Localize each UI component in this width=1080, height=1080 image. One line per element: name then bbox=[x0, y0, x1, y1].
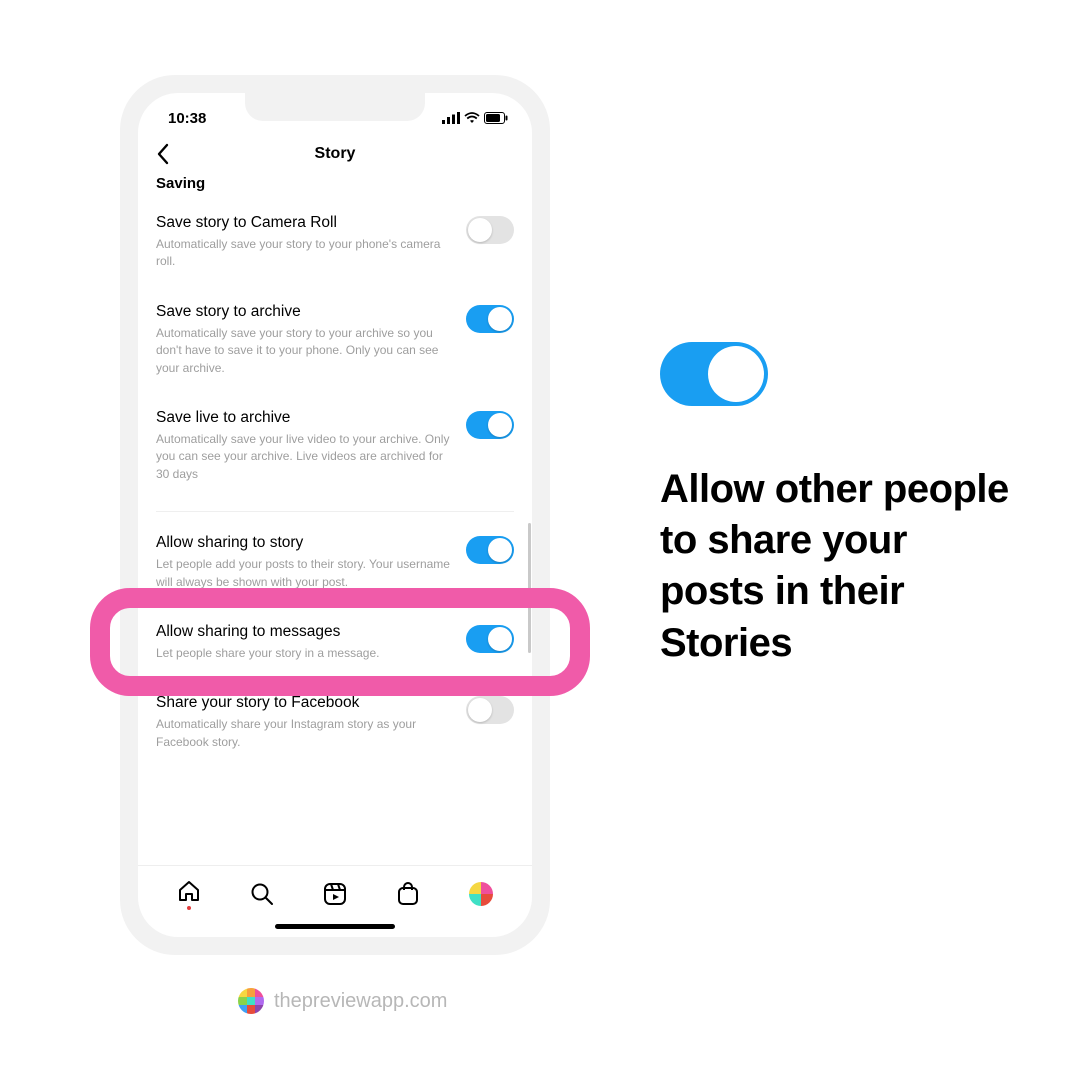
setting-share-facebook: Share your story to Facebook Automatical… bbox=[156, 672, 514, 761]
setting-title: Share your story to Facebook bbox=[156, 694, 452, 712]
search-icon bbox=[249, 881, 275, 907]
credit-logo-icon bbox=[238, 988, 264, 1014]
nav-header: Story bbox=[138, 135, 532, 177]
setting-desc: Automatically save your story to your ph… bbox=[156, 236, 452, 271]
battery-icon bbox=[484, 112, 508, 124]
status-icons bbox=[442, 112, 508, 124]
setting-title: Allow sharing to story bbox=[156, 534, 452, 552]
callout-text: Allow other people to share your posts i… bbox=[660, 464, 1020, 669]
reels-icon bbox=[322, 881, 348, 907]
cellular-icon bbox=[442, 112, 460, 124]
tab-bar bbox=[138, 865, 532, 920]
notification-dot-icon bbox=[187, 906, 191, 910]
back-button[interactable] bbox=[156, 143, 170, 170]
shop-icon bbox=[395, 881, 421, 907]
tab-home[interactable] bbox=[176, 878, 202, 910]
setting-desc: Let people share your story in a message… bbox=[156, 645, 452, 662]
home-icon bbox=[176, 878, 202, 904]
credit-text: thepreviewapp.com bbox=[274, 990, 447, 1013]
tab-profile[interactable] bbox=[468, 881, 494, 907]
toggle-share-facebook[interactable] bbox=[466, 696, 514, 724]
callout-toggle-icon bbox=[660, 342, 768, 406]
setting-desc: Automatically save your story to your ar… bbox=[156, 325, 452, 377]
setting-allow-sharing-story: Allow sharing to story Let people add yo… bbox=[156, 512, 514, 601]
setting-save-archive: Save story to archive Automatically save… bbox=[156, 281, 514, 387]
setting-title: Save live to archive bbox=[156, 409, 452, 427]
chevron-left-icon bbox=[156, 143, 170, 165]
toggle-save-archive[interactable] bbox=[466, 305, 514, 333]
tab-search[interactable] bbox=[249, 881, 275, 907]
toggle-allow-sharing-story[interactable] bbox=[466, 536, 514, 564]
setting-save-camera-roll: Save story to Camera Roll Automatically … bbox=[156, 192, 514, 281]
tab-shop[interactable] bbox=[395, 881, 421, 907]
toggle-allow-sharing-messages[interactable] bbox=[466, 625, 514, 653]
settings-list: Save story to Camera Roll Automatically … bbox=[138, 192, 532, 865]
callout: Allow other people to share your posts i… bbox=[660, 342, 1020, 669]
setting-allow-sharing-messages: Allow sharing to messages Let people sha… bbox=[156, 601, 514, 672]
status-time: 10:38 bbox=[168, 110, 206, 127]
toggle-save-live-archive[interactable] bbox=[466, 411, 514, 439]
section-saving-label: Saving bbox=[138, 175, 532, 192]
setting-title: Save story to archive bbox=[156, 303, 452, 321]
setting-desc: Automatically share your Instagram story… bbox=[156, 716, 452, 751]
setting-title: Allow sharing to messages bbox=[156, 623, 452, 641]
home-indicator[interactable] bbox=[275, 924, 395, 929]
notch bbox=[245, 93, 425, 121]
setting-title: Save story to Camera Roll bbox=[156, 214, 452, 232]
toggle-save-camera-roll[interactable] bbox=[466, 216, 514, 244]
credit: thepreviewapp.com bbox=[238, 988, 447, 1014]
setting-desc: Automatically save your live video to yo… bbox=[156, 431, 452, 483]
screen: 10:38 Story Saving Save story to Camera … bbox=[138, 93, 532, 937]
setting-desc: Let people add your posts to their story… bbox=[156, 556, 452, 591]
avatar-icon bbox=[469, 882, 493, 906]
page-title: Story bbox=[315, 145, 356, 163]
scroll-indicator[interactable] bbox=[528, 523, 531, 653]
wifi-icon bbox=[464, 112, 480, 124]
tab-reels[interactable] bbox=[322, 881, 348, 907]
phone-frame: 10:38 Story Saving Save story to Camera … bbox=[120, 75, 550, 955]
setting-save-live-archive: Save live to archive Automatically save … bbox=[156, 387, 514, 493]
